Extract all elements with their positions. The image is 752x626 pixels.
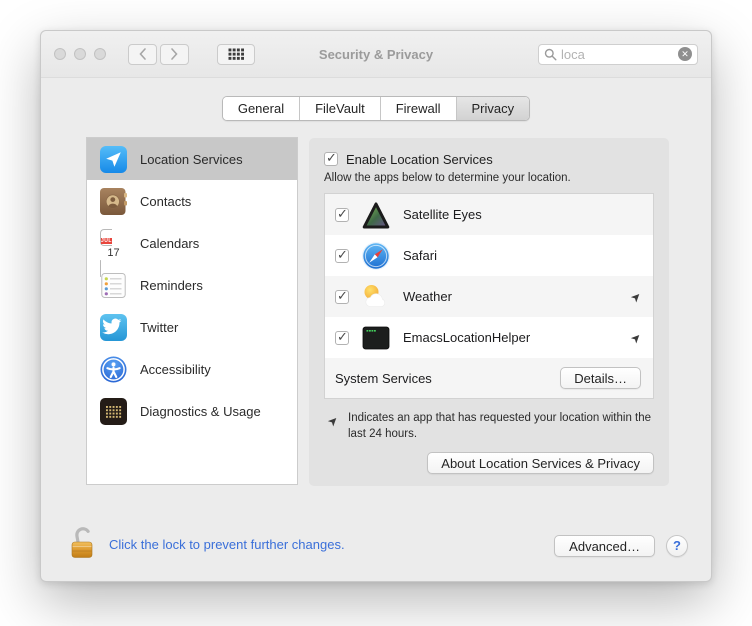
clear-search-icon[interactable] <box>678 47 692 61</box>
forward-button[interactable] <box>160 44 189 65</box>
sidebar-item-accessibility[interactable]: Accessibility <box>87 348 297 390</box>
chevron-right-icon <box>170 47 179 61</box>
sidebar-item-contacts[interactable]: Contacts <box>87 180 297 222</box>
location-arrow-icon <box>326 413 340 442</box>
tab-privacy[interactable]: Privacy <box>456 97 530 120</box>
weather-checkbox[interactable] <box>335 290 349 304</box>
app-name: Safari <box>403 248 437 263</box>
tab-firewall[interactable]: Firewall <box>380 97 456 120</box>
safari-checkbox[interactable] <box>335 249 349 263</box>
diagnostics-icon <box>100 398 127 425</box>
advanced-button[interactable]: Advanced… <box>554 535 655 557</box>
privacy-sidebar: Location Services Contacts <box>86 137 298 485</box>
enable-location-checkbox[interactable] <box>324 152 338 166</box>
sidebar-item-label: Accessibility <box>140 362 211 377</box>
app-list: Satellite Eyes Safari <box>324 193 654 399</box>
zoom-button[interactable] <box>94 48 106 60</box>
search-field[interactable] <box>538 44 698 65</box>
show-all-button[interactable] <box>217 44 255 65</box>
accessibility-icon <box>100 356 127 383</box>
system-services-row: System Services Details… <box>325 358 653 398</box>
app-name: Weather <box>403 289 452 304</box>
sidebar-item-location-services[interactable]: Location Services <box>87 138 297 180</box>
twitter-icon <box>100 314 127 341</box>
about-location-services-button[interactable]: About Location Services & Privacy <box>427 452 654 474</box>
footnote-text: Indicates an app that has requested your… <box>348 411 654 442</box>
window-controls <box>54 48 106 60</box>
grid-icon <box>228 48 245 61</box>
satellite-eyes-app-icon <box>361 200 391 230</box>
tab-filevault[interactable]: FileVault <box>299 97 380 120</box>
sidebar-item-label: Diagnostics & Usage <box>140 404 261 419</box>
search-icon <box>544 48 557 61</box>
safari-app-icon <box>361 241 391 271</box>
app-name: EmacsLocationHelper <box>403 330 530 345</box>
sidebar-item-calendars[interactable]: JUL 17 Calendars <box>87 222 297 264</box>
enable-location-label: Enable Location Services <box>346 152 493 167</box>
minimize-button[interactable] <box>74 48 86 60</box>
emacslocationhelper-app-icon <box>361 323 391 353</box>
sidebar-item-reminders[interactable]: Reminders <box>87 264 297 306</box>
weather-app-icon <box>361 282 391 312</box>
details-button[interactable]: Details… <box>560 367 641 389</box>
recent-location-footnote: Indicates an app that has requested your… <box>324 411 654 442</box>
sidebar-item-label: Reminders <box>140 278 203 293</box>
security-privacy-window: Security & Privacy General FileVault Fir… <box>40 30 712 582</box>
search-input[interactable] <box>561 47 678 62</box>
lock-icon[interactable] <box>69 525 95 564</box>
app-row-emacslocationhelper[interactable]: EmacsLocationHelper <box>325 317 653 358</box>
sidebar-item-label: Location Services <box>140 152 243 167</box>
lock-hint-text[interactable]: Click the lock to prevent further change… <box>109 537 345 552</box>
chevron-left-icon <box>138 47 147 61</box>
sidebar-item-label: Contacts <box>140 194 191 209</box>
location-icon <box>100 146 127 173</box>
close-button[interactable] <box>54 48 66 60</box>
help-button[interactable]: ? <box>666 535 688 557</box>
app-name: Satellite Eyes <box>403 207 482 222</box>
app-row-safari[interactable]: Safari <box>325 235 653 276</box>
sidebar-item-label: Calendars <box>140 236 199 251</box>
tab-general[interactable]: General <box>223 97 299 120</box>
sidebar-item-twitter[interactable]: Twitter <box>87 306 297 348</box>
calendar-icon: JUL 17 <box>100 230 127 257</box>
recent-location-arrow-icon <box>629 289 643 304</box>
location-services-panel: Enable Location Services Allow the apps … <box>309 138 669 486</box>
back-button[interactable] <box>128 44 157 65</box>
sidebar-item-diagnostics[interactable]: Diagnostics & Usage <box>87 390 297 432</box>
satellite-eyes-checkbox[interactable] <box>335 208 349 222</box>
calendar-day-label: 17 <box>100 245 127 261</box>
tab-bar: General FileVault Firewall Privacy <box>41 96 711 121</box>
contacts-icon <box>100 188 127 215</box>
reminders-icon <box>100 272 127 299</box>
titlebar: Security & Privacy <box>41 31 711 78</box>
app-row-weather[interactable]: Weather <box>325 276 653 317</box>
sidebar-item-label: Twitter <box>140 320 178 335</box>
panel-subtitle: Allow the apps below to determine your l… <box>324 172 654 184</box>
recent-location-arrow-icon <box>629 330 643 345</box>
system-services-label: System Services <box>335 371 432 386</box>
app-row-satellite-eyes[interactable]: Satellite Eyes <box>325 194 653 235</box>
calendar-month-label: JUL <box>101 238 112 244</box>
emacslocationhelper-checkbox[interactable] <box>335 331 349 345</box>
